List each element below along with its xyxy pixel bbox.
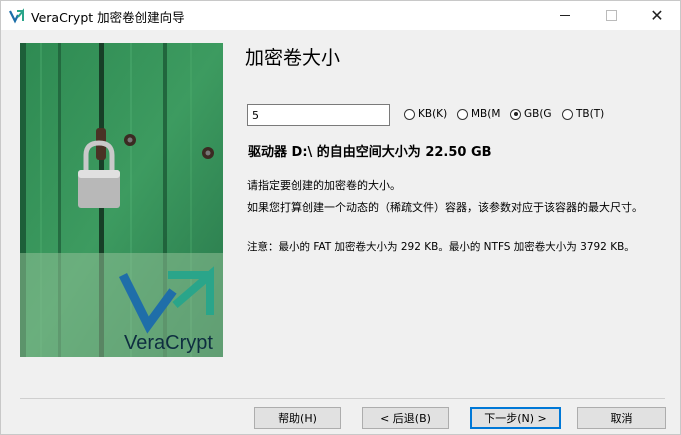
minimum-size-note: 注意：最小的 FAT 加密卷大小为 292 KB。最小的 NTFS 加密卷大小为…	[247, 241, 635, 253]
cancel-button[interactable]: 取消	[577, 407, 666, 429]
veracrypt-app-icon	[9, 8, 24, 24]
radio-button-selected[interactable]	[510, 108, 521, 120]
minimize-button[interactable]	[542, 1, 588, 30]
unit-label-mb: MB(M	[471, 108, 501, 120]
veracrypt-logo-text: VeraCrypt	[124, 332, 213, 354]
maximize-button[interactable]	[588, 1, 634, 30]
wizard-window: VeraCrypt 加密卷创建向导 ✕ VeraCrypt 加密卷大小 5 KB…	[0, 0, 681, 435]
size-prompt-text: 请指定要创建的加密卷的大小。	[247, 179, 401, 192]
close-icon: ✕	[650, 5, 664, 25]
close-button[interactable]: ✕	[634, 1, 680, 30]
unit-label-tb: TB(T)	[576, 108, 605, 120]
back-button[interactable]: < 后退(B)	[362, 407, 449, 429]
unit-radio-mb[interactable]: MB(M	[457, 108, 500, 120]
radio-button[interactable]	[562, 108, 573, 120]
radio-button[interactable]	[404, 108, 415, 120]
radio-button[interactable]	[457, 108, 468, 120]
button-divider	[20, 398, 665, 399]
unit-label-kb: KB(K)	[418, 108, 448, 120]
maximize-icon	[605, 10, 617, 21]
free-space-label: 驱动器 D:\ 的自由空间大小为 22.50 GB	[248, 145, 492, 160]
window-title: VeraCrypt 加密卷创建向导	[31, 10, 185, 25]
volume-size-input[interactable]	[247, 104, 390, 126]
minimize-icon	[560, 15, 570, 16]
padlock-door-image	[20, 43, 223, 357]
dynamic-container-note: 如果您打算创建一个动态的（稀疏文件）容器，该参数对应于该容器的最大尺寸。	[247, 201, 643, 214]
wizard-artwork: VeraCrypt	[20, 43, 223, 357]
help-button[interactable]: 帮助(H)	[254, 407, 341, 429]
title-bar[interactable]: VeraCrypt 加密卷创建向导 ✕	[1, 1, 680, 30]
next-button[interactable]: 下一步(N) >	[470, 407, 561, 429]
unit-radio-kb[interactable]: KB(K)	[404, 108, 447, 120]
page-title: 加密卷大小	[245, 47, 341, 69]
unit-label-gb: GB(G	[524, 108, 552, 120]
unit-radio-gb[interactable]: GB(G	[510, 108, 552, 120]
unit-radio-tb[interactable]: TB(T)	[562, 108, 604, 120]
